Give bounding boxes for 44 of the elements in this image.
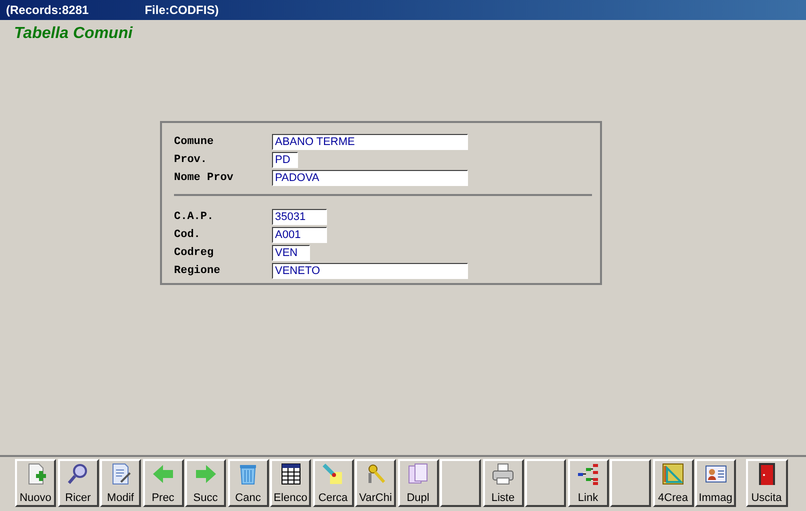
text-field[interactable]: VENETO [272,263,468,279]
toolbar-button[interactable]: Immag [695,459,736,507]
toolbar-button[interactable]: Liste [482,459,524,507]
left-arrow-icon [151,462,175,486]
page-heading: Tabella Comuni [14,24,134,44]
field-label: Regione [174,264,222,279]
toolbar-button[interactable]: Prec [142,459,184,507]
toolbar-button[interactable]: VarChi [355,459,396,507]
text-field[interactable]: PD [272,152,298,168]
magnifier-icon [66,462,90,486]
table-icon [278,462,302,486]
toolbar-button[interactable]: Dupl [398,459,438,507]
toolbar-button[interactable]: Link [568,459,608,507]
text-field[interactable]: VEN [272,245,310,261]
set-square-icon [661,462,685,486]
right-arrow-icon [194,462,218,486]
field-label: Codreg [174,246,215,261]
text-field[interactable]: ABANO TERME [272,134,468,150]
copy-pages-icon [406,462,430,486]
field-label: Nome Prov [174,170,234,186]
toolbar-button[interactable]: 4Crea [652,459,694,507]
text-field[interactable]: 35031 [272,209,327,225]
highlighter-icon [321,462,345,486]
field-label: Cod. [174,228,202,243]
hierarchy-icon [576,462,600,486]
records-count: (Records:8281 [6,2,89,19]
empty-toolbar-slot [525,459,566,507]
toolbar-button[interactable]: Canc [228,459,268,507]
toolbar-button[interactable]: Nuovo [15,459,56,507]
empty-toolbar-slot [610,459,651,507]
field-label: Comune [174,134,215,150]
file-name: File:CODFIS) [144,2,219,19]
toolbar-button[interactable]: Modif [100,459,141,507]
printer-icon [491,462,515,486]
exit-button[interactable]: Uscita [746,459,788,507]
empty-toolbar-slot [440,459,481,507]
toolbar-button[interactable]: Cerca [312,459,354,507]
field-label: Prov. [174,152,208,168]
toolbar-button[interactable]: Ricer [58,459,98,507]
field-label: C.A.P. [174,210,215,225]
toolbar-button[interactable]: Succ [185,459,226,507]
text-field[interactable]: PADOVA [272,170,468,186]
toolbar-button[interactable]: Elenco [270,459,311,507]
text-field[interactable]: A001 [272,227,327,243]
